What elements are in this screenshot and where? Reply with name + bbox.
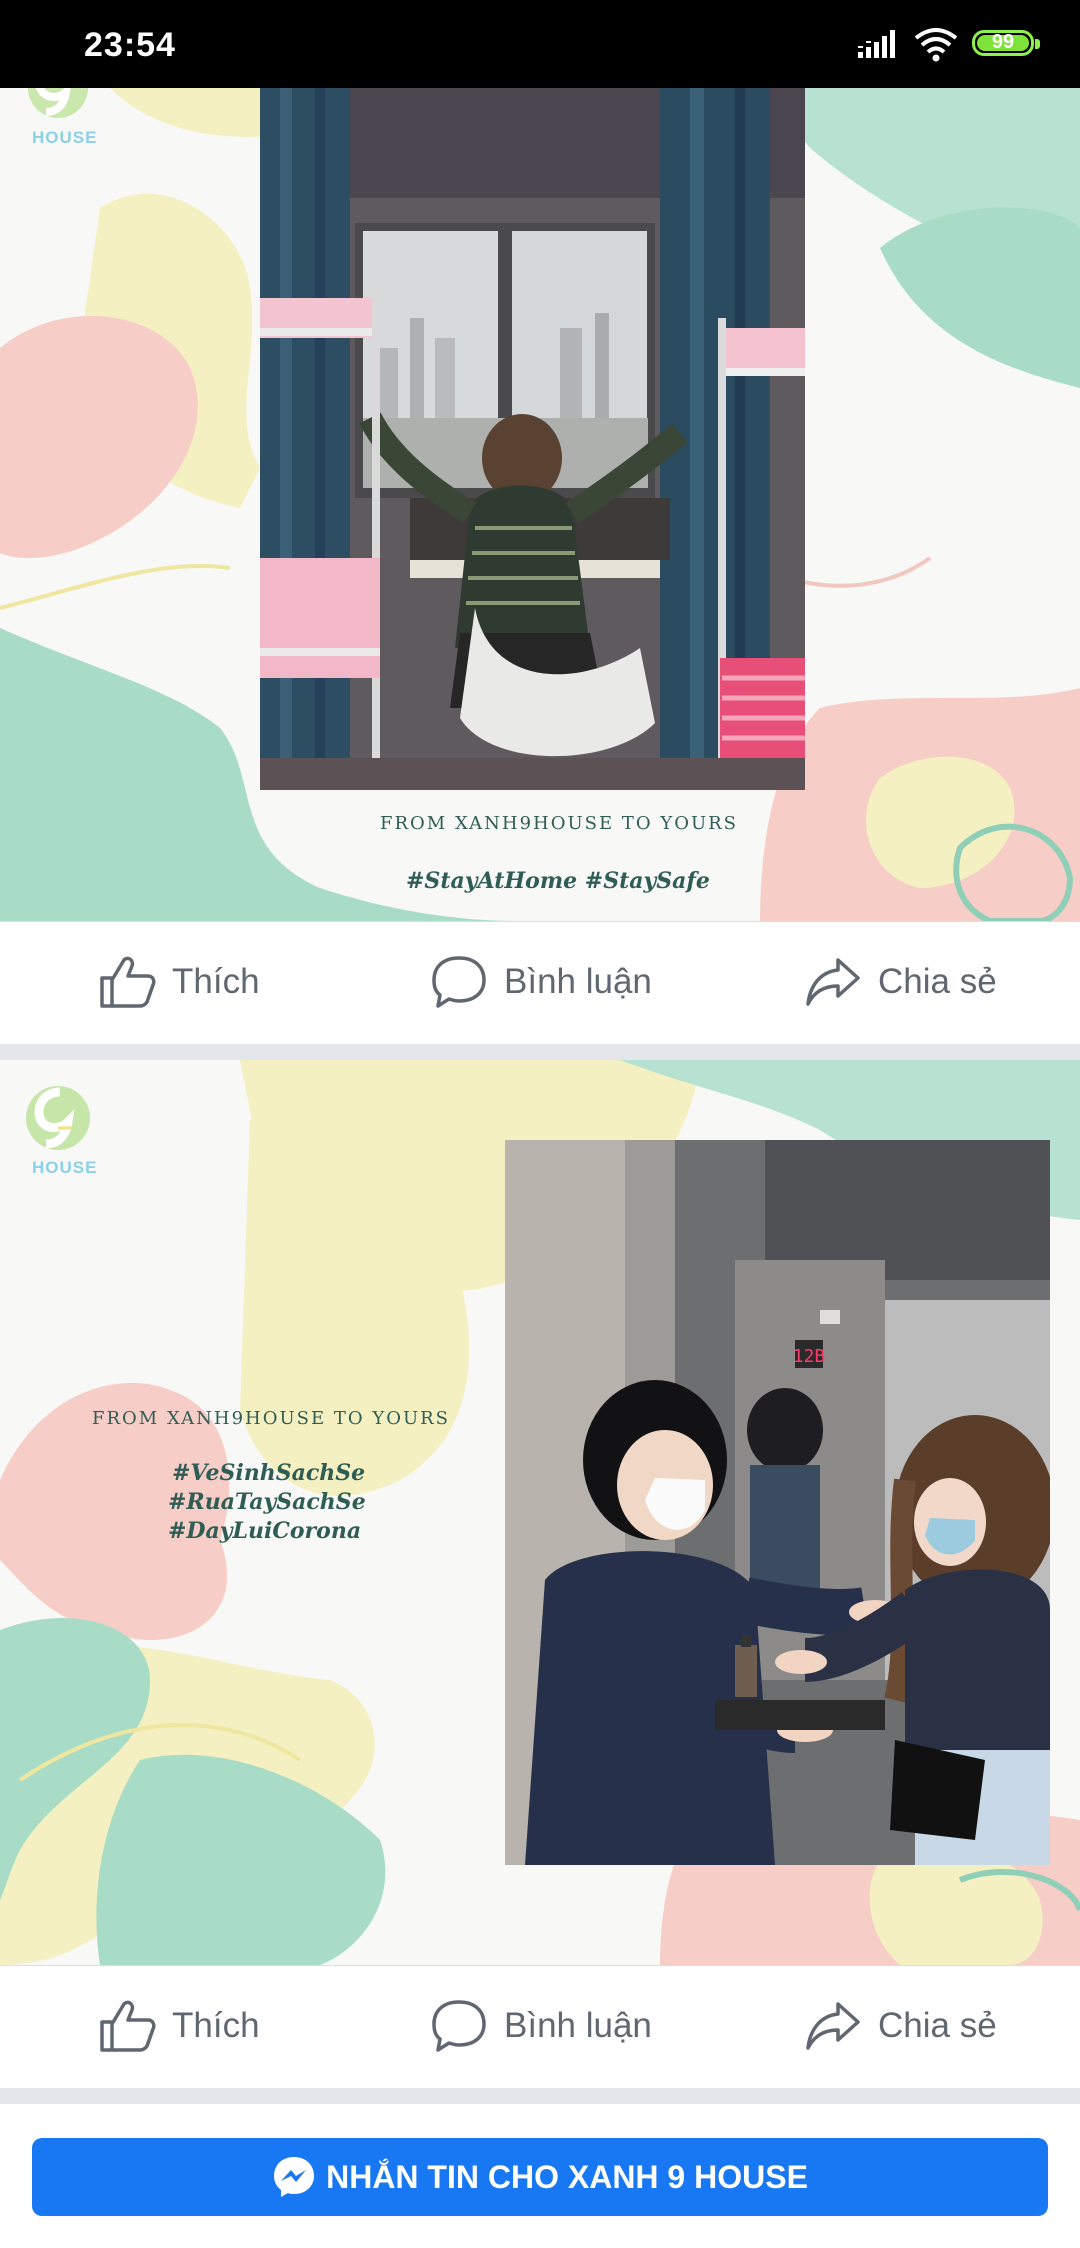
post-action-bar-2: Thích Bình luận Chia sẻ [0, 1965, 1080, 2086]
share-button[interactable]: Chia sẻ [804, 922, 997, 1042]
share-icon [806, 958, 860, 1006]
like-button[interactable]: Thích [98, 922, 260, 1042]
comment-icon [432, 956, 486, 1008]
logo-text: HOUSE [32, 1158, 98, 1177]
post-caption-line: FROM XANH9HOUSE TO YOURS [92, 1408, 451, 1429]
like-button[interactable]: Thích [98, 1966, 260, 2086]
battery-level: 99 [991, 31, 1015, 53]
comment-label: Bình luận [504, 2006, 652, 2045]
message-page-button[interactable]: NHẮN TIN CHO XANH 9 HOUSE [32, 2138, 1048, 2216]
post-hashtags: #StayAtHome #StaySafe [406, 868, 710, 894]
comment-button[interactable]: Bình luận [430, 1966, 652, 2086]
xanh9-logo: HOUSE [18, 1078, 106, 1182]
post-image-1[interactable]: HOUSE FROM XANH9HOUSE TO YOURS #StayAtHo… [0, 88, 1080, 921]
xanh9-logo: HOUSE [18, 88, 106, 152]
elevator-floor-display: 12B [793, 1346, 826, 1367]
post-photo-bunk-room[interactable] [260, 88, 805, 790]
wifi-icon [914, 28, 958, 62]
like-icon [100, 2000, 156, 2052]
like-label: Thích [172, 962, 260, 1001]
share-label: Chia sẻ [878, 962, 997, 1001]
share-button[interactable]: Chia sẻ [804, 1966, 997, 2086]
share-icon [806, 2002, 860, 2050]
message-page-label: NHẮN TIN CHO XANH 9 HOUSE [326, 2158, 808, 2195]
hashtag-day-lui-corona: #DayLuiCorona [168, 1518, 362, 1544]
comment-button[interactable]: Bình luận [430, 922, 652, 1042]
battery-icon: 99 [972, 30, 1040, 60]
status-time: 23:54 [84, 26, 176, 64]
post-image-2[interactable]: HOUSE FROM XANH9HOUSE TO YOURS #VeSinhSa… [0, 1060, 1080, 1965]
post-action-bar-1: Thích Bình luận Chia sẻ [0, 921, 1080, 1042]
signal-icon [858, 30, 895, 58]
comment-label: Bình luận [504, 962, 652, 1001]
post-separator [0, 1044, 1080, 1060]
status-bar: 23:54 99 [0, 0, 1080, 88]
comment-icon [432, 2000, 486, 2052]
hashtag-rua-tay: #RuaTaySachSe [168, 1489, 366, 1515]
post-photo-elevator[interactable]: 12B [505, 1140, 1050, 1865]
like-label: Thích [172, 2006, 260, 2045]
hashtag-ve-sinh: #VeSinhSachSe [172, 1460, 366, 1486]
logo-text: HOUSE [32, 128, 98, 147]
messenger-icon [274, 2157, 315, 2197]
post-separator [0, 2088, 1080, 2104]
post-caption-line: FROM XANH9HOUSE TO YOURS [380, 813, 739, 834]
share-label: Chia sẻ [878, 2006, 997, 2045]
like-icon [100, 956, 156, 1008]
